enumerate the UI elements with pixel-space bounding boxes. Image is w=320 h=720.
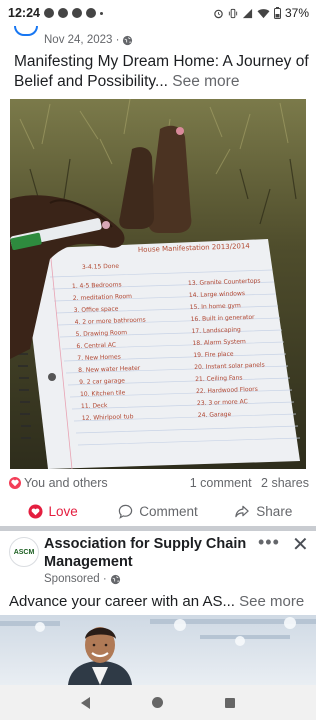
engagement-counts[interactable]: 1 comment 2 shares [190, 476, 309, 490]
list-left-item: 11. Deck [81, 402, 108, 410]
status-time: 12:24 [8, 6, 40, 20]
list-right-item: 24. Garage [198, 411, 232, 419]
love-label: Love [48, 503, 78, 519]
comment-label: Comment [139, 503, 198, 519]
ad-photo-person [0, 615, 316, 685]
sponsored-text: Sponsored · [44, 573, 107, 585]
post-actions: Love Comment Share [0, 496, 316, 526]
home-icon[interactable] [152, 697, 163, 708]
status-bar: 12:24 37% [0, 0, 316, 26]
alarm-icon [214, 9, 223, 18]
recent-apps-icon[interactable] [225, 697, 235, 708]
share-label: Share [256, 503, 293, 519]
list-right-item: 19. Fire place [193, 351, 234, 359]
love-reaction-icon [9, 477, 21, 489]
reactions-summary[interactable]: You and others [24, 476, 108, 490]
advertiser-logo[interactable]: ASCM [9, 537, 39, 567]
comment-button[interactable]: Comment [105, 504, 210, 519]
list-subheading: 3-4.15 Done [82, 263, 120, 271]
ad-see-more-link[interactable]: See more [239, 593, 304, 610]
system-nav-bar [0, 685, 316, 720]
back-icon[interactable] [81, 696, 90, 709]
more-options-icon[interactable]: ••• [258, 532, 280, 553]
advertiser-logo-text: ASCM [13, 548, 35, 556]
sponsored-label: Sponsored · [44, 573, 121, 585]
settings-icon [85, 8, 96, 18]
battery-percent: 37% [284, 6, 309, 20]
more-notifications-dot [99, 11, 103, 15]
notification-icon [71, 8, 82, 18]
notification-icon [57, 8, 68, 18]
reactions-row[interactable]: You and others 1 comment 2 shares [9, 476, 309, 490]
manifestation-list-photo: House Manifestation 2013/2014 3-4.15 Don… [10, 99, 306, 469]
post-photo[interactable]: House Manifestation 2013/2014 3-4.15 Don… [10, 99, 306, 469]
battery-icon [273, 7, 281, 19]
ad-image[interactable] [0, 615, 316, 685]
share-icon [235, 505, 249, 517]
heart-icon [27, 503, 43, 519]
post-body: Manifesting My Dream Home: A Journey of … [14, 53, 309, 90]
globe-icon [123, 35, 133, 45]
wifi-icon [257, 8, 270, 18]
comment-count[interactable]: 1 comment [190, 476, 252, 490]
see-more-link[interactable]: See more [172, 73, 239, 90]
post-meta: Nov 24, 2023 · [44, 34, 133, 46]
share-button[interactable]: Share [211, 504, 316, 519]
list-left-item: 6. Central AC [76, 342, 116, 350]
share-count[interactable]: 2 shares [261, 476, 309, 490]
globe-icon [110, 574, 120, 584]
post-text[interactable]: Manifesting My Dream Home: A Journey of … [14, 52, 310, 92]
love-button[interactable]: Love [0, 504, 105, 519]
ad-text[interactable]: Advance your career with an AS... See mo… [9, 593, 309, 610]
advertiser-name[interactable]: Association for Supply Chain Management [44, 535, 254, 571]
comment-icon [119, 504, 133, 519]
signal-icon [242, 8, 253, 18]
notification-icon [43, 8, 54, 18]
ad-body: Advance your career with an AS... [9, 593, 235, 610]
vibrate-icon [228, 8, 238, 18]
post-date[interactable]: Nov 24, 2023 · [44, 34, 119, 46]
feed-separator [0, 526, 316, 531]
close-icon[interactable]: ✕ [292, 532, 309, 557]
avatar[interactable] [14, 26, 38, 36]
